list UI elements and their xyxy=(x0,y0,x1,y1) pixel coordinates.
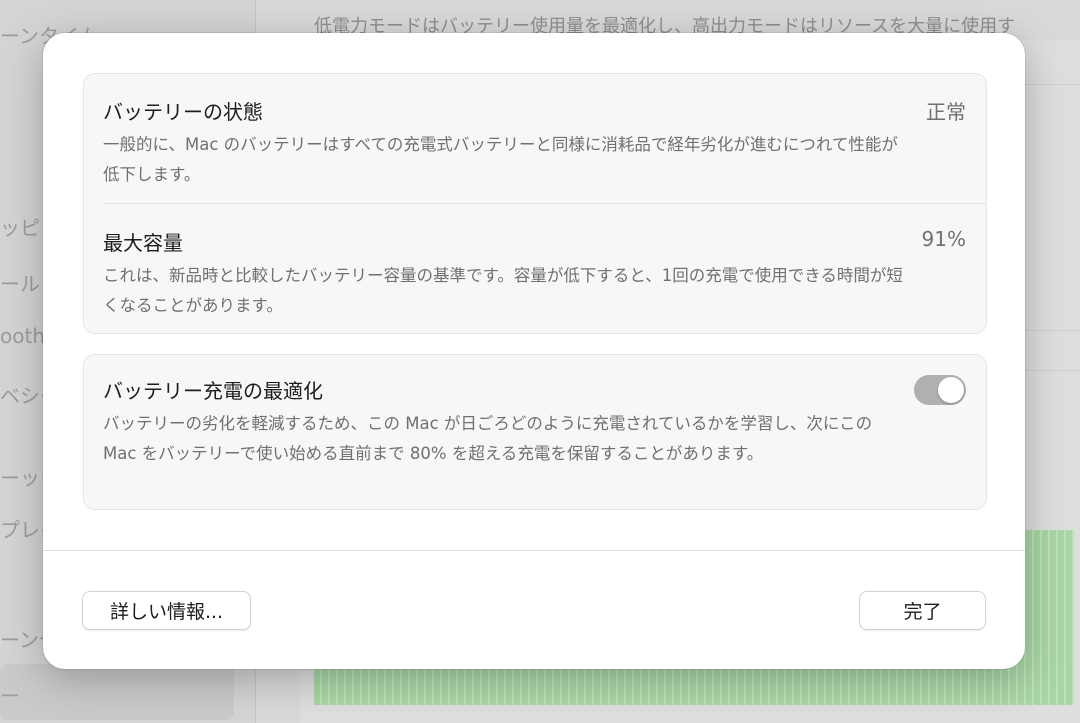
battery-health-description: 一般的に、Mac のバッテリーはすべての充電式バッテリーと同様に消耗品で経年劣化… xyxy=(103,135,898,184)
sidebar-item: ooth xyxy=(0,324,45,348)
battery-info-group: バッテリーの状態 正常 一般的に、Mac のバッテリーはすべての充電式バッテリー… xyxy=(83,73,987,334)
more-info-button[interactable]: 詳しい情報... xyxy=(82,591,251,630)
sidebar-item: ー xyxy=(0,684,20,708)
battery-health-value: 正常 xyxy=(926,100,966,124)
optimized-charging-group: バッテリー充電の最適化 バッテリーの劣化を軽減するため、この Mac が日ごろど… xyxy=(83,354,987,510)
footer-divider xyxy=(43,550,1025,551)
battery-health-dialog: バッテリーの状態 正常 一般的に、Mac のバッテリーはすべての充電式バッテリー… xyxy=(43,33,1025,669)
optimized-charging-title: バッテリー充電の最適化 xyxy=(103,379,323,403)
sidebar-item: ール xyxy=(0,272,40,296)
divider xyxy=(103,203,986,204)
sidebar-selected-item xyxy=(0,664,234,720)
done-button[interactable]: 完了 xyxy=(859,591,986,630)
max-capacity-title: 最大容量 xyxy=(103,231,183,255)
optimized-charging-description: バッテリーの劣化を軽減するため、この Mac が日ごろどのように充電されているか… xyxy=(103,414,873,463)
max-capacity-description: これは、新品時と比較したバッテリー容量の基準です。容量が低下すると、1回の充電で… xyxy=(103,266,903,315)
battery-health-title: バッテリーの状態 xyxy=(103,100,263,124)
optimized-charging-toggle[interactable] xyxy=(914,375,966,405)
toggle-knob xyxy=(938,377,964,403)
max-capacity-value: 91% xyxy=(921,227,966,251)
